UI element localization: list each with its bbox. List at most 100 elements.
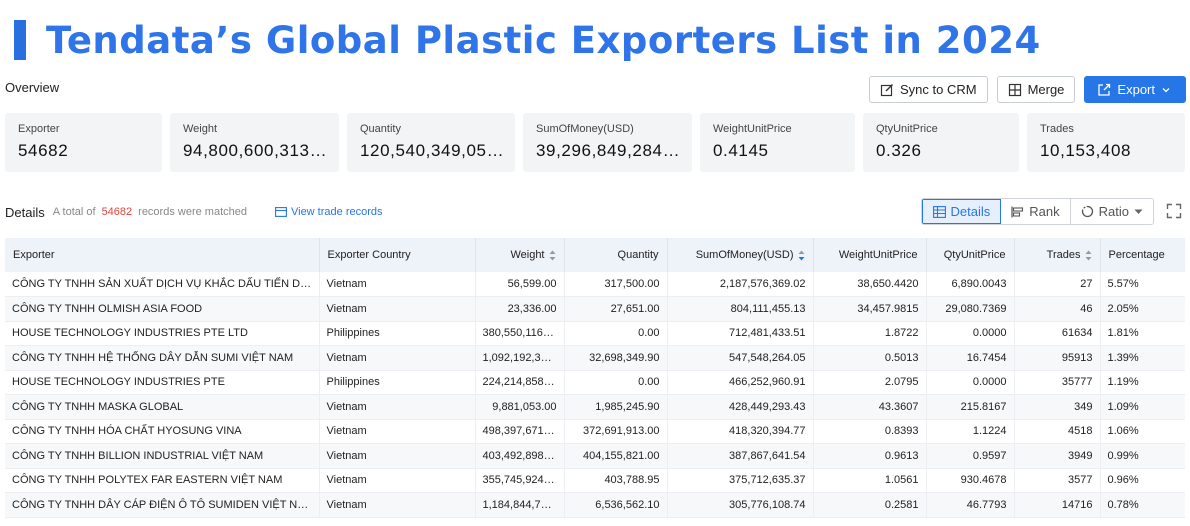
col-label: WeightUnitPrice	[838, 249, 918, 261]
fullscreen-icon[interactable]	[1166, 203, 1182, 219]
table-row: CÔNG TY TNHH OLMISH ASIA FOOD Vietnam 23,3…	[5, 296, 1185, 322]
cell-sum-of-money: 804,111,455.13	[667, 296, 814, 322]
tab-rank[interactable]: Rank	[1001, 199, 1071, 224]
exporter-link[interactable]: CÔNG TY TNHH OLMISH ASIA FOOD	[5, 296, 320, 322]
stat-value: 120,540,349,052.55	[360, 141, 515, 160]
cell-sum-of-money: 466,252,960.91	[667, 370, 814, 395]
cell-country: Vietnam	[319, 443, 476, 469]
cell-percentage: 5.57%	[1100, 272, 1185, 297]
table-row: CÔNG TY TNHH DÂY CÁP ĐIỆN Ô TÔ SUMIDEN V…	[5, 492, 1185, 518]
col-percentage: Percentage	[1100, 238, 1185, 272]
sync-to-crm-button[interactable]: Sync to CRM	[868, 76, 988, 103]
cell-weight-unit-price: 2.0795	[813, 370, 927, 395]
col-label: Exporter Country	[327, 249, 411, 261]
merge-button[interactable]: Merge	[996, 76, 1076, 103]
cell-qty-unit-price: 46.7793	[926, 492, 1015, 518]
exporter-link[interactable]: HOUSE TECHNOLOGY INDUSTRIES PTE LTD	[5, 321, 320, 346]
table-list-icon	[275, 207, 287, 217]
cell-quantity: 317,500.00	[564, 272, 668, 297]
stat-value: 39,296,849,284.66	[536, 141, 689, 160]
exporter-link[interactable]: CÔNG TY TNHH HÓA CHẤT HYOSUNG VINA	[5, 419, 320, 444]
cell-trades: 14716	[1014, 492, 1101, 518]
cell-weight-unit-price: 1.8722	[813, 321, 927, 346]
sort-icon[interactable]	[549, 250, 556, 261]
cell-qty-unit-price: 215.8167	[926, 394, 1015, 420]
stat-card-weight: Weight 94,800,600,313.36	[170, 113, 339, 172]
cell-quantity: 372,691,913.00	[564, 419, 668, 444]
cell-country: Vietnam	[319, 419, 476, 444]
col-label: QtyUnitPrice	[943, 249, 1006, 261]
cell-qty-unit-price: 16.7454	[926, 345, 1015, 371]
col-qty-unit-price: QtyUnitPrice	[926, 238, 1015, 272]
table-row: CÔNG TY TNHH POLYTEX FAR EASTERN VIỆT NA…	[5, 468, 1185, 493]
cell-sum-of-money: 2,187,576,369.02	[667, 272, 814, 297]
exporter-link[interactable]: CÔNG TY TNHH DÂY CÁP ĐIỆN Ô TÔ SUMIDEN V…	[5, 492, 320, 518]
table-row: HOUSE TECHNOLOGY INDUSTRIES PTE Philippin…	[5, 370, 1185, 395]
cell-weight: 403,492,898.76	[475, 443, 565, 469]
stat-label: SumOfMoney(USD)	[536, 123, 634, 135]
stat-label: Exporter	[18, 123, 60, 135]
merge-icon	[1008, 83, 1021, 96]
sort-icon[interactable]	[1085, 250, 1092, 261]
exporter-link[interactable]: CÔNG TY TNHH MASKA GLOBAL	[5, 394, 320, 420]
cell-weight-unit-price: 0.9613	[813, 443, 927, 469]
stat-value: 0.326	[876, 141, 922, 160]
stat-card-weight-unit-price: WeightUnitPrice 0.4145	[700, 113, 855, 172]
cell-quantity: 32,698,349.90	[564, 345, 668, 371]
cell-weight: 23,336.00	[475, 296, 565, 322]
cell-qty-unit-price: 0.9597	[926, 443, 1015, 469]
stat-label: Quantity	[360, 123, 401, 135]
cell-weight-unit-price: 38,650.4420	[813, 272, 927, 297]
cell-quantity: 404,155,821.00	[564, 443, 668, 469]
cell-weight: 380,550,116.73	[475, 321, 565, 346]
cell-weight-unit-price: 1.0561	[813, 468, 927, 493]
tab-details[interactable]: Details	[921, 199, 1002, 224]
cell-quantity: 27,651.00	[564, 296, 668, 322]
cell-weight-unit-price: 0.8393	[813, 419, 927, 444]
matched-prefix: A total of	[52, 206, 96, 218]
stat-value: 94,800,600,313.36	[183, 141, 336, 160]
table-row: CÔNG TY TNHH SẢN XUẤT DỊCH VỤ KHẮC DẤU T…	[5, 272, 1185, 297]
exporter-link[interactable]: CÔNG TY TNHH POLYTEX FAR EASTERN VIỆT NA…	[5, 468, 320, 493]
cell-quantity: 0.00	[564, 370, 668, 395]
exporter-link[interactable]: CÔNG TY TNHH BILLION INDUSTRIAL VIỆT NAM	[5, 443, 320, 469]
col-weight[interactable]: Weight	[475, 238, 565, 272]
cell-quantity: 0.00	[564, 321, 668, 346]
export-button[interactable]: Export	[1084, 76, 1186, 103]
cell-qty-unit-price: 0.0000	[926, 370, 1015, 395]
summary-stats: Exporter 54682 Weight 94,800,600,313.36 …	[5, 113, 1185, 172]
cell-sum-of-money: 547,548,264.05	[667, 345, 814, 371]
stat-card-trades: Trades 10,153,408	[1027, 113, 1185, 172]
table-row: CÔNG TY TNHH HỆ THỐNG DÂY DẪN SUMI VIỆT …	[5, 345, 1185, 371]
col-sum-of-money[interactable]: SumOfMoney(USD)	[667, 238, 814, 272]
cell-percentage: 0.96%	[1100, 468, 1185, 493]
exporter-link[interactable]: HOUSE TECHNOLOGY INDUSTRIES PTE	[5, 370, 320, 395]
cell-trades: 3577	[1014, 468, 1101, 493]
stat-card-quantity: Quantity 120,540,349,052.55	[347, 113, 515, 172]
col-exporter: Exporter	[5, 238, 320, 272]
rank-bars-icon	[1011, 206, 1024, 217]
table-header-row: Exporter Exporter Country Weight Quantit…	[5, 238, 1185, 272]
cell-weight: 56,599.00	[475, 272, 565, 297]
tab-ratio[interactable]: Ratio	[1070, 199, 1153, 224]
matched-count: 54682	[101, 206, 133, 218]
overview-label: Overview	[5, 80, 60, 95]
col-label: Exporter	[13, 249, 55, 261]
col-trades[interactable]: Trades	[1014, 238, 1101, 272]
exporter-link[interactable]: CÔNG TY TNHH SẢN XUẤT DỊCH VỤ KHẮC DẤU T…	[5, 272, 320, 297]
cell-quantity: 403,788.95	[564, 468, 668, 493]
view-trade-records-link[interactable]: View trade records	[275, 206, 383, 218]
view-link-label: View trade records	[290, 206, 383, 218]
sort-active-icon[interactable]	[798, 250, 805, 261]
table-row: CÔNG TY TNHH BILLION INDUSTRIAL VIỆT NAM…	[5, 443, 1185, 469]
ratio-circle-icon	[1081, 205, 1093, 218]
cell-trades: 4518	[1014, 419, 1101, 444]
stat-card-sum-of-money: SumOfMoney(USD) 39,296,849,284.66	[523, 113, 692, 172]
export-icon	[1098, 83, 1111, 96]
view-switcher: Details Rank Ratio	[920, 198, 1154, 225]
tab-details-label: Details	[950, 204, 991, 219]
col-label: Weight	[510, 249, 545, 261]
exporter-link[interactable]: CÔNG TY TNHH HỆ THỐNG DÂY DẪN SUMI VIỆT …	[5, 345, 320, 371]
tab-rank-label: Rank	[1029, 204, 1060, 219]
cell-percentage: 1.81%	[1100, 321, 1185, 346]
